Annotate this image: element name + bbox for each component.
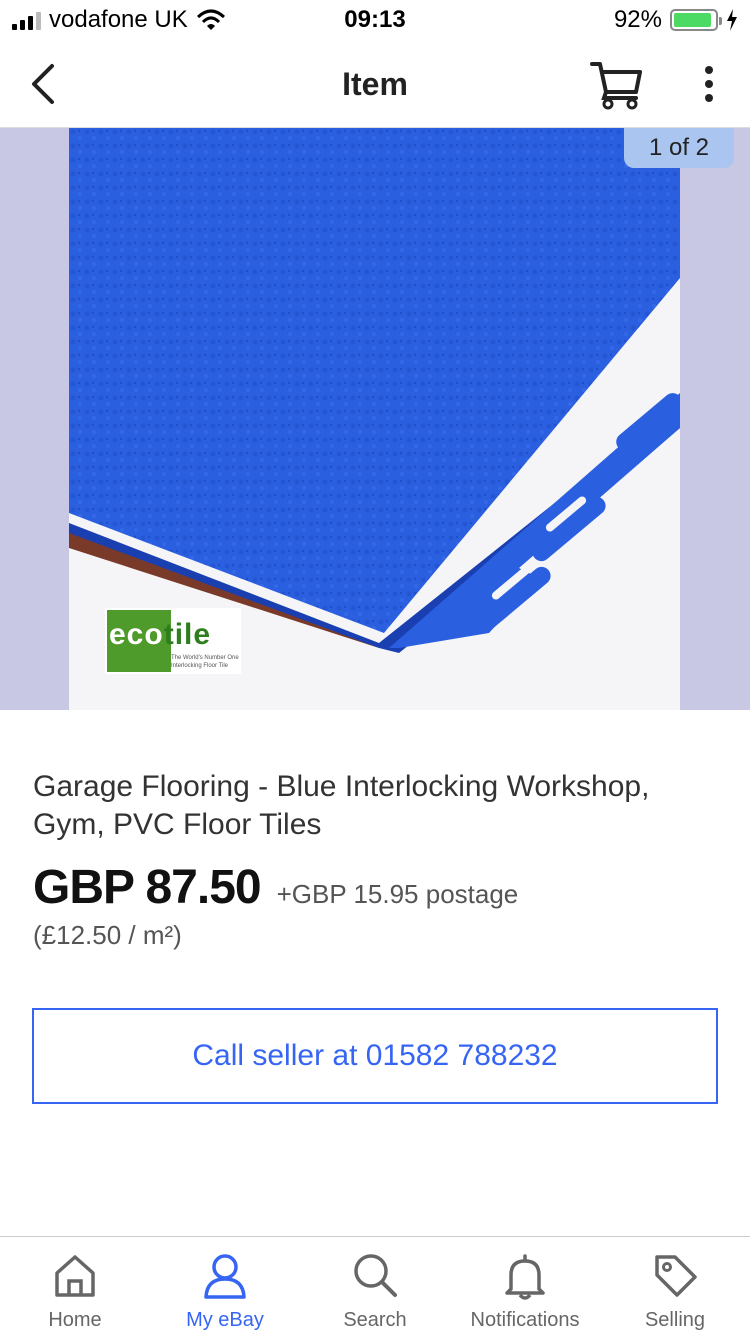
- battery-percent: 92%: [613, 6, 662, 33]
- bell-icon: [505, 1254, 545, 1300]
- home-icon: [55, 1255, 95, 1297]
- tab-label-notifications: Notifications: [470, 1309, 580, 1331]
- logo-tagline: The World's Number One Interlocking Floo…: [171, 655, 239, 669]
- image-gallery[interactable]: ecotile The World's Number One Interlock…: [0, 128, 750, 710]
- cart-icon: [590, 62, 642, 110]
- battery-icon: [670, 9, 722, 31]
- bottom-tab-bar: Home My eBay Search Notifications Sellin…: [0, 1236, 750, 1334]
- listing-title: Garage Flooring - Blue Interlocking Work…: [33, 770, 650, 841]
- tag-icon: [655, 1255, 697, 1297]
- tab-home[interactable]: Home: [0, 1237, 150, 1334]
- price-row: GBP 87.50 +GBP 15.95 postage: [33, 860, 518, 915]
- ecotile-logo: ecotile The World's Number One Interlock…: [105, 608, 241, 674]
- search-icon: [354, 1254, 397, 1297]
- status-right: 92%: [614, 6, 738, 34]
- tab-my-ebay[interactable]: My eBay: [150, 1237, 300, 1334]
- charging-bolt-icon: [727, 9, 737, 31]
- cart-button[interactable]: [588, 56, 644, 112]
- image-counter-badge: 1 of 2: [624, 128, 734, 168]
- more-options-button[interactable]: [694, 62, 724, 106]
- postage-cost: +GBP 15.95 postage: [276, 879, 519, 909]
- tab-selling[interactable]: Selling: [600, 1237, 750, 1334]
- nav-bar: Item: [0, 40, 750, 128]
- status-bar: vodafone UK 09:13 92%: [0, 0, 750, 40]
- unit-price: (£12.50 / m²): [33, 920, 182, 950]
- logo-wordmark: ecotile: [109, 618, 212, 651]
- tab-search[interactable]: Search: [300, 1237, 450, 1334]
- tab-label-my-ebay: My eBay: [186, 1309, 264, 1331]
- item-price: GBP 87.50: [33, 861, 262, 914]
- more-vertical-icon: [705, 66, 713, 102]
- tab-label-selling: Selling: [644, 1309, 706, 1331]
- user-icon: [204, 1254, 246, 1299]
- tab-label-search: Search: [343, 1309, 407, 1331]
- tab-label-home: Home: [48, 1309, 102, 1331]
- call-seller-button[interactable]: Call seller at 01582 788232: [32, 1008, 718, 1104]
- battery-fill: [674, 13, 711, 27]
- tab-notifications[interactable]: Notifications: [450, 1237, 600, 1334]
- product-photo[interactable]: ecotile The World's Number One Interlock…: [69, 128, 680, 710]
